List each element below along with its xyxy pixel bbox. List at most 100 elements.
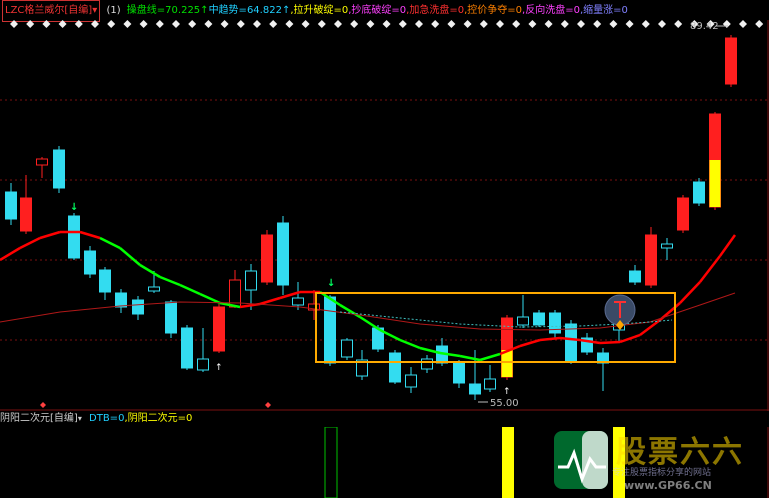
sub-indicator-header: 阴阳二次元[自编]▾ DTB=0,阴阳二次元=0	[0, 411, 192, 427]
candle-body	[533, 312, 545, 326]
operate-line-segment	[718, 234, 737, 257]
diamond-marker-icon	[265, 402, 271, 408]
high-price-label: 89.42	[690, 21, 719, 32]
diamond-marker-icon	[658, 20, 666, 28]
operate-line-segment	[39, 230, 61, 240]
diamond-marker-icon	[512, 20, 521, 28]
diamond-marker-icon	[593, 20, 602, 28]
operate-line-segment	[519, 338, 541, 348]
indicator-value-2: 中趋势=64.822	[208, 5, 282, 16]
diamond-marker-icon	[317, 20, 326, 28]
candle-body	[469, 383, 481, 395]
operate-line-segment	[119, 247, 141, 266]
indicator-value-3: ↑	[281, 5, 291, 16]
diamond-marker-icon	[285, 20, 294, 28]
sub-indicator-value-0: DTB=0	[89, 413, 125, 424]
diamond-marker-icon	[577, 20, 585, 28]
indicator-value-1: ↑	[200, 5, 209, 16]
diamond-marker-icon	[301, 20, 310, 28]
diamond-marker-icon	[204, 20, 213, 28]
diamond-marker-icon	[42, 20, 51, 28]
candle-body	[84, 250, 96, 275]
indicator-value-5: ,抄底破绽=0	[348, 5, 407, 16]
candle-body	[53, 149, 65, 189]
diamond-marker-icon	[641, 20, 650, 28]
diamond-marker-icon	[739, 20, 747, 28]
candle-body	[261, 234, 273, 283]
main-indicator-header: LZC格兰威尔[自编]▾ (1) 操盘线=70.225↑中趋势=64.822↑,…	[0, 0, 769, 22]
candle-body	[484, 378, 496, 390]
candle-body	[181, 327, 193, 369]
candle-body	[132, 299, 144, 315]
diamond-marker-icon	[107, 20, 116, 28]
diamond-marker-icon	[479, 20, 488, 28]
diamond-marker-icon	[674, 20, 683, 28]
indicator-value-8: ,反向洗盘=0	[522, 5, 580, 16]
sub-indicator-name: 阴阳二次元[自编]	[0, 413, 78, 424]
operate-line-segment	[199, 292, 221, 305]
operate-line-segment	[599, 340, 621, 345]
candle-body	[405, 374, 417, 388]
diamond-marker-icon	[382, 20, 391, 28]
operate-line-segment	[99, 236, 121, 250]
indicator-values: 操盘线=70.225↑中趋势=64.822↑,拉升破绽=0,抄底破绽=0,加急洗…	[127, 1, 628, 21]
candle-body	[148, 286, 160, 292]
candle-body	[565, 323, 577, 363]
indicator-value-6: ,加急洗盘=0	[406, 5, 465, 16]
indicator-value-9: ,缩量涨=0	[579, 5, 628, 16]
diamond-marker-icon	[123, 20, 132, 28]
diamond-marker-icon	[496, 20, 504, 28]
chevron-down-icon: ▾	[77, 414, 82, 423]
arrow-up-icon: ↑	[503, 387, 511, 397]
candle-body	[165, 301, 177, 334]
sub-indicator-select[interactable]: 阴阳二次元[自编]▾	[0, 413, 85, 424]
candle-body	[197, 358, 209, 371]
candle-body	[99, 269, 111, 293]
candle-body	[677, 197, 689, 231]
candle-body	[292, 297, 304, 306]
candle-body	[453, 361, 465, 384]
diamond-marker-icon	[366, 20, 375, 28]
operate-line-segment	[679, 281, 701, 304]
arrow-down-icon: ↓	[70, 202, 78, 213]
candle-body	[645, 234, 657, 286]
diamond-marker-icon	[40, 402, 46, 408]
candle-highlight	[709, 160, 721, 207]
diamond-marker-icon	[609, 20, 618, 28]
diamond-marker-icon	[26, 20, 35, 28]
diamond-marker-icon	[74, 20, 83, 28]
main-indicator-select[interactable]: LZC格兰威尔[自编]▾	[2, 0, 101, 22]
diamond-marker-icon	[431, 20, 440, 28]
operate-line-segment	[619, 333, 641, 344]
diamond-marker-icon	[544, 20, 553, 28]
watermark-subtitle: 专注股票指标分享的网站	[612, 468, 712, 478]
diamond-marker-icon	[58, 20, 67, 28]
candle-body	[20, 197, 32, 232]
candle-body	[725, 37, 737, 85]
indicator-value-4: ,拉升破绽=0	[290, 5, 349, 16]
low-price-label: 55.00	[490, 398, 519, 409]
sub-bar	[502, 427, 514, 498]
candle-body	[661, 243, 673, 249]
candle-body	[213, 306, 225, 352]
diamond-marker-icon	[722, 20, 731, 28]
operate-line-segment	[19, 236, 41, 250]
watermark-logo: 股票六六 专注股票指标分享的网站 www.GP66.CN	[552, 427, 769, 498]
operate-line-segment	[79, 230, 101, 240]
diamond-marker-icon	[334, 20, 342, 28]
chevron-down-icon: ▾	[92, 5, 98, 16]
price-chart[interactable]: ↓ ↓ ↑ ↑ 89.42 55.00	[0, 20, 769, 411]
sub-bar-outline	[324, 427, 338, 498]
operate-line-segment	[399, 338, 421, 350]
candle-body	[389, 352, 401, 383]
candle-body	[629, 270, 641, 283]
arrow-up-icon: ↑	[215, 363, 223, 373]
candle-body	[36, 158, 48, 166]
diamond-marker-icon	[398, 20, 407, 28]
operate-line-segment	[159, 275, 181, 287]
candle-body	[324, 296, 336, 364]
diamond-marker-icon	[350, 20, 359, 28]
operate-line-segment	[0, 246, 21, 262]
sub-indicator-value-1: ,阴阳二次元=0	[124, 413, 193, 424]
diamond-marker-icon	[560, 20, 569, 28]
